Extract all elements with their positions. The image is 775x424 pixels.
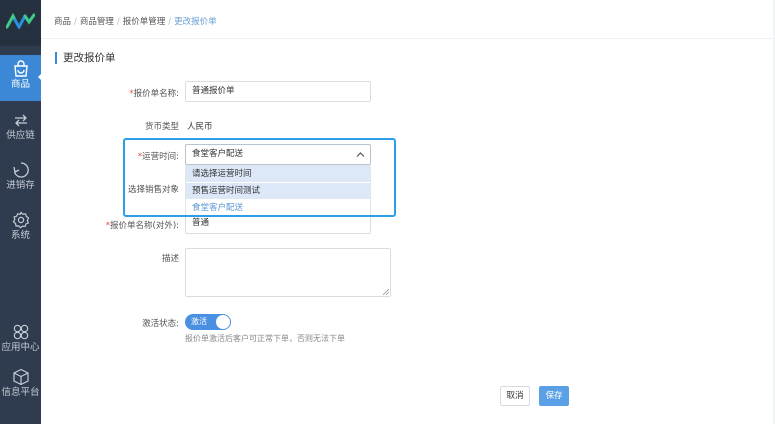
sidebar-item-goods[interactable]: 商品 <box>0 55 42 101</box>
breadcrumb-separator: / <box>168 17 172 27</box>
sidebar-item-label: 供应链 <box>6 130 35 141</box>
sidebar-item-app-center[interactable]: 应用中心 <box>0 318 41 364</box>
breadcrumb-separator: / <box>116 17 120 27</box>
logo-mark-icon <box>6 13 35 29</box>
sidebar-item-system[interactable]: 系统 <box>0 206 41 252</box>
sidebar-item-label: 应用中心 <box>1 342 40 353</box>
save-button[interactable]: 保存 <box>539 386 569 406</box>
quote-name-input[interactable]: 普通报价单 <box>185 81 371 102</box>
focus-highlight <box>123 138 396 217</box>
cancel-button[interactable]: 取消 <box>500 386 530 406</box>
external-name-label: *报价单名称(对外): <box>105 221 179 231</box>
header-divider <box>41 38 775 39</box>
breadcrumb-item-goods-management[interactable]: 商品管理 <box>80 17 114 27</box>
gear-icon <box>12 211 29 229</box>
cycle-icon <box>12 162 29 178</box>
sidebar-item-supply-chain[interactable]: 供应链 <box>0 106 41 152</box>
sidebar: 商品 供应链 进销存 系统 应用中心 信息平台 <box>0 0 42 424</box>
breadcrumb-item-goods[interactable]: 商品 <box>54 17 71 27</box>
breadcrumb-item-quote-management[interactable]: 报价单管理 <box>123 17 166 27</box>
sidebar-item-inventory[interactable]: 进销存 <box>0 156 41 202</box>
sidebar-item-info-platform[interactable]: 信息平台 <box>0 363 41 409</box>
currency-label: 货币类型 <box>144 122 179 132</box>
cube-icon <box>12 368 29 386</box>
sidebar-item-label: 商品 <box>10 79 30 90</box>
description-textarea[interactable] <box>185 248 391 297</box>
apps-icon <box>13 324 28 340</box>
breadcrumb-item-current: 更改报价单 <box>174 17 217 27</box>
breadcrumb: 商品 / 商品管理 / 报价单管理 / 更改报价单 <box>54 15 217 27</box>
activation-toggle[interactable]: 激活 <box>185 314 231 330</box>
sidebar-item-label: 信息平台 <box>1 387 40 398</box>
description-label: 描述 <box>161 254 179 264</box>
toggle-text: 激活 <box>191 317 207 326</box>
active-caret <box>38 73 42 81</box>
resize-handle-icon[interactable] <box>383 289 389 295</box>
quote-name-label: *报价单名称: <box>129 89 179 99</box>
page-title: 更改报价单 <box>55 52 116 64</box>
sidebar-item-label: 进销存 <box>6 180 35 191</box>
sidebar-item-label: 系统 <box>10 230 30 241</box>
exchange-arrows-icon <box>14 114 27 127</box>
app-logo[interactable] <box>0 0 41 46</box>
status-hint: 报价单激活后客户可正常下单，否则无法下单 <box>185 334 345 343</box>
currency-value: 人民币 <box>187 122 213 132</box>
shopping-bag-icon <box>13 60 28 77</box>
toggle-knob <box>216 315 230 329</box>
status-label: 激活状态: <box>142 319 179 329</box>
breadcrumb-separator: / <box>74 17 77 27</box>
